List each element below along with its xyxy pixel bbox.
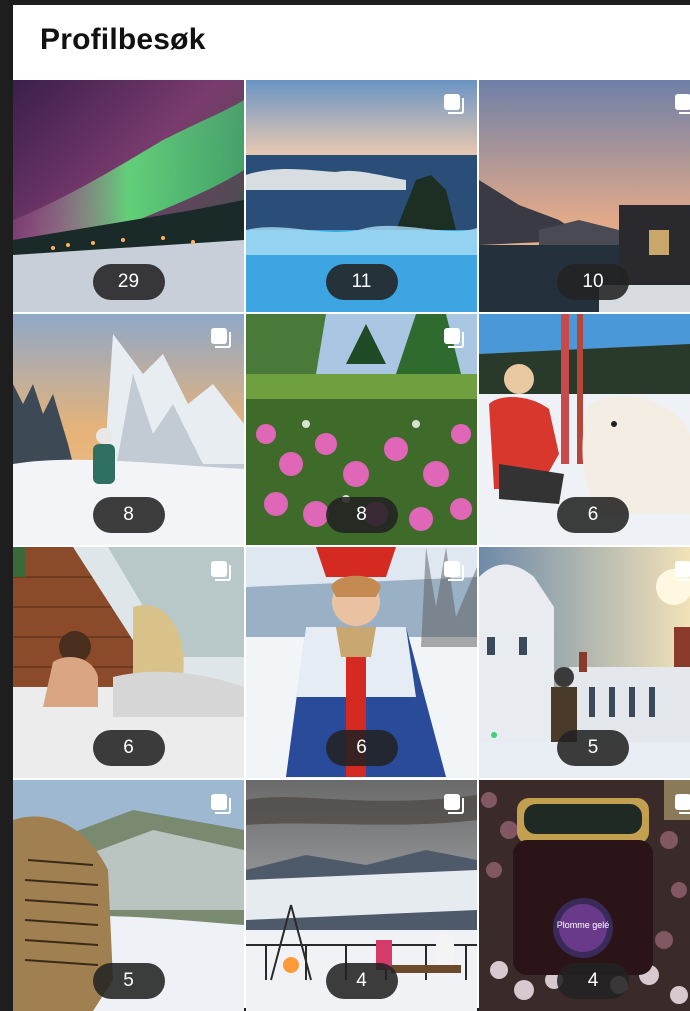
visit-count-badge: 29 (92, 264, 165, 300)
post-tile-memorial-stone[interactable]: 5 (13, 780, 244, 1011)
visit-count-badge: 8 (325, 497, 398, 533)
visit-count-badge: 4 (557, 963, 629, 999)
visit-count-badge: 6 (92, 730, 165, 766)
multiple-photos-icon (444, 561, 464, 581)
window-left-edge (0, 0, 13, 1008)
multiple-photos-icon (211, 794, 231, 814)
visit-count-badge: 10 (557, 264, 629, 300)
visit-count-badge: 5 (557, 730, 629, 766)
multiple-photos-icon (675, 794, 690, 814)
multiple-photos-icon (211, 328, 231, 348)
multiple-photos-icon (444, 328, 464, 348)
visit-count-badge: 8 (92, 497, 165, 533)
jar-label-text: Plomme gelé (557, 920, 610, 930)
visit-count-badge: 6 (557, 497, 629, 533)
post-tile-white-villa[interactable]: 5 (479, 547, 690, 778)
post-tile-aurora[interactable]: 29 (13, 80, 244, 312)
multiple-photos-icon (444, 94, 464, 114)
visit-count-badge: 6 (325, 730, 398, 766)
page-header: Profilbesøk (13, 5, 690, 80)
post-tile-winter-terrace[interactable]: 4 (246, 780, 477, 1011)
post-tile-fjord-cabin[interactable]: 10 (479, 80, 690, 312)
page-title: Profilbesøk (40, 23, 206, 56)
post-tile-cabin-couple[interactable]: 6 (13, 547, 244, 778)
visit-count-badge: 11 (325, 264, 398, 300)
visit-count-badge: 5 (92, 963, 165, 999)
post-tile-plum-jelly[interactable]: Plomme gelé 4 (479, 780, 690, 1011)
post-tile-sami-costume[interactable]: 6 (246, 547, 477, 778)
post-tile-infinity-pool[interactable]: 11 (246, 80, 477, 312)
multiple-photos-icon (675, 94, 690, 114)
multiple-photos-icon (211, 561, 231, 581)
multiple-photos-icon (444, 794, 464, 814)
post-tile-skier-sunset[interactable]: 8 (13, 314, 244, 545)
multiple-photos-icon (675, 561, 690, 581)
post-tile-child-husky[interactable]: 6 (479, 314, 690, 545)
profile-visits-grid: 29 11 10 8 8 6 6 6 5 5 4 Plomme gelé 4 (13, 80, 690, 1011)
post-tile-flower-garden[interactable]: 8 (246, 314, 477, 545)
visit-count-badge: 4 (325, 963, 398, 999)
